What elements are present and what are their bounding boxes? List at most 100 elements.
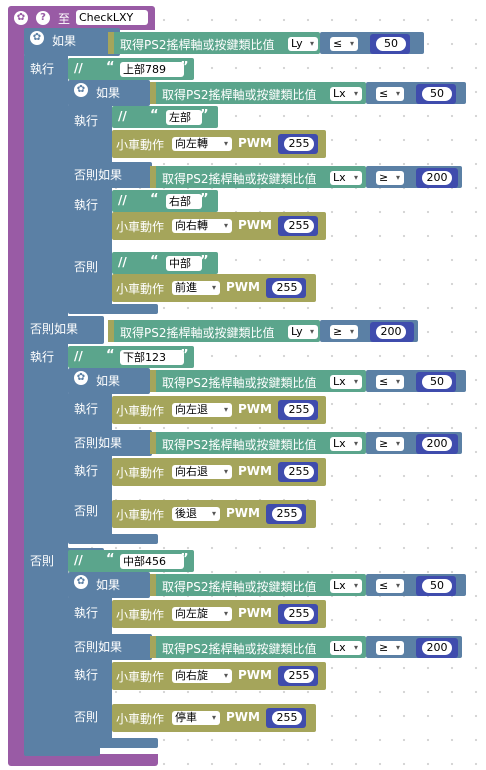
operator-dropdown[interactable]: ≥ ▾ [376,437,404,451]
number-field[interactable]: 255 [284,669,314,683]
axis-dropdown[interactable]: Lx ▾ [330,171,362,185]
number-field[interactable]: 200 [376,325,406,339]
number-block[interactable]: 255 [266,278,306,298]
number-field[interactable]: 255 [284,219,314,233]
ps2-value-block[interactable]: 取得PS2搖桿軸或按鍵類比值 Lx ▾ [150,432,366,454]
number-block[interactable]: 255 [278,400,318,420]
direction-dropdown[interactable]: 停車 ▾ [172,711,220,725]
compare-block[interactable]: ≥ ▾ 200 [366,166,462,188]
operator-dropdown[interactable]: ≤ ▾ [376,579,404,593]
gear-icon[interactable]: ✿ [74,575,88,589]
ps2-value-block[interactable]: 取得PS2搖桿軸或按鍵類比值 Ly ▾ [108,32,320,54]
ps2-value-block[interactable]: 取得PS2搖桿軸或按鍵類比值 Lx ▾ [150,574,366,596]
operator-dropdown[interactable]: ≤ ▾ [330,37,358,51]
procedure-name-field[interactable]: CheckLXY [76,10,148,25]
comment-text-field[interactable]: 中部 [166,256,202,271]
comment-block[interactable]: // “ 上部789 ” [68,58,194,80]
number-block[interactable]: 255 [278,216,318,236]
car-action-block[interactable]: 小車動作 向右退 ▾ PWM 255 [112,458,326,486]
number-field[interactable]: 255 [284,607,314,621]
direction-dropdown[interactable]: 向右旋 ▾ [172,669,232,683]
operator-dropdown[interactable]: ≥ ▾ [376,171,404,185]
number-field[interactable]: 50 [422,375,452,389]
number-block[interactable]: 255 [266,708,306,728]
axis-dropdown[interactable]: Ly ▾ [288,325,318,339]
direction-dropdown[interactable]: 向右轉 ▾ [172,219,232,233]
number-block[interactable]: 200 [416,434,458,454]
comment-text-field[interactable]: 左部 [166,110,202,125]
compare-block[interactable]: ≤ ▾ 50 [366,574,466,596]
operator-dropdown[interactable]: ≥ ▾ [330,325,358,339]
number-field[interactable]: 255 [272,711,302,725]
gear-icon[interactable]: ✿ [30,31,44,45]
number-field[interactable]: 50 [376,37,406,51]
number-block[interactable]: 50 [370,34,410,54]
number-block[interactable]: 255 [278,604,318,624]
ps2-value-block[interactable]: 取得PS2搖桿軸或按鍵類比值 Lx ▾ [150,82,366,104]
number-block[interactable]: 255 [278,666,318,686]
compare-block[interactable]: ≤ ▾ 50 [366,82,466,104]
operator-dropdown[interactable]: ≤ ▾ [376,87,404,101]
number-field[interactable]: 255 [284,465,314,479]
car-action-block[interactable]: 小車動作 前進 ▾ PWM 255 [112,274,316,302]
number-block[interactable]: 255 [278,462,318,482]
compare-block[interactable]: ≤ ▾ 50 [320,32,424,54]
ps2-value-block[interactable]: 取得PS2搖桿軸或按鍵類比值 Lx ▾ [150,636,366,658]
comment-text-field[interactable]: 中部456 [120,554,184,569]
number-field[interactable]: 200 [422,171,452,185]
number-block[interactable]: 200 [416,638,458,658]
number-block[interactable]: 50 [416,576,456,596]
axis-dropdown[interactable]: Ly ▾ [288,37,318,51]
axis-dropdown[interactable]: Lx ▾ [330,437,362,451]
number-block[interactable]: 50 [416,84,456,104]
gear-icon[interactable]: ✿ [74,371,88,385]
direction-dropdown[interactable]: 向左退 ▾ [172,403,232,417]
direction-dropdown[interactable]: 後退 ▾ [172,507,220,521]
direction-dropdown[interactable]: 前進 ▾ [172,281,220,295]
car-action-block[interactable]: 小車動作 向右旋 ▾ PWM 255 [112,662,326,690]
comment-block[interactable]: // “ 右部 ” [112,190,218,212]
car-action-block[interactable]: 小車動作 向左轉 ▾ PWM 255 [112,130,326,158]
axis-dropdown[interactable]: Lx ▾ [330,641,362,655]
comment-block[interactable]: // “ 中部 ” [112,252,218,274]
number-field[interactable]: 50 [422,579,452,593]
number-block[interactable]: 255 [266,504,306,524]
compare-block[interactable]: ≥ ▾ 200 [320,320,418,342]
compare-block[interactable]: ≥ ▾ 200 [366,636,462,658]
number-field[interactable]: 200 [422,437,452,451]
car-action-block[interactable]: 小車動作 停車 ▾ PWM 255 [112,704,316,732]
gear-icon[interactable]: ✿ [14,11,28,25]
number-field[interactable]: 255 [284,137,314,151]
compare-block[interactable]: ≤ ▾ 50 [366,370,466,392]
axis-dropdown[interactable]: Lx ▾ [330,87,362,101]
direction-dropdown[interactable]: 向右退 ▾ [172,465,232,479]
comment-block[interactable]: // “ 左部 ” [112,106,218,128]
axis-dropdown[interactable]: Lx ▾ [330,375,362,389]
car-action-block[interactable]: 小車動作 後退 ▾ PWM 255 [112,500,316,528]
operator-dropdown[interactable]: ≤ ▾ [376,375,404,389]
ps2-value-block[interactable]: 取得PS2搖桿軸或按鍵類比值 Lx ▾ [150,166,366,188]
gear-icon[interactable]: ✿ [74,83,88,97]
number-block[interactable]: 50 [416,372,456,392]
number-field[interactable]: 255 [272,507,302,521]
axis-dropdown[interactable]: Lx ▾ [330,579,362,593]
number-field[interactable]: 50 [422,87,452,101]
number-field[interactable]: 255 [284,403,314,417]
comment-text-field[interactable]: 上部789 [120,62,184,77]
operator-dropdown[interactable]: ≥ ▾ [376,641,404,655]
number-field[interactable]: 200 [422,641,452,655]
car-action-block[interactable]: 小車動作 向右轉 ▾ PWM 255 [112,212,326,240]
direction-dropdown[interactable]: 向左轉 ▾ [172,137,232,151]
comment-text-field[interactable]: 右部 [166,194,202,209]
car-action-block[interactable]: 小車動作 向左退 ▾ PWM 255 [112,396,326,424]
direction-dropdown[interactable]: 向左旋 ▾ [172,607,232,621]
comment-block[interactable]: // “ 中部456 ” [68,550,194,572]
ps2-value-block[interactable]: 取得PS2搖桿軸或按鍵類比值 Ly ▾ [108,320,320,342]
number-block[interactable]: 200 [416,168,458,188]
compare-block[interactable]: ≥ ▾ 200 [366,432,462,454]
help-icon[interactable]: ? [36,11,50,25]
number-field[interactable]: 255 [272,281,302,295]
ps2-value-block[interactable]: 取得PS2搖桿軸或按鍵類比值 Lx ▾ [150,370,366,392]
comment-text-field[interactable]: 下部123 [120,350,184,365]
number-block[interactable]: 255 [278,134,318,154]
